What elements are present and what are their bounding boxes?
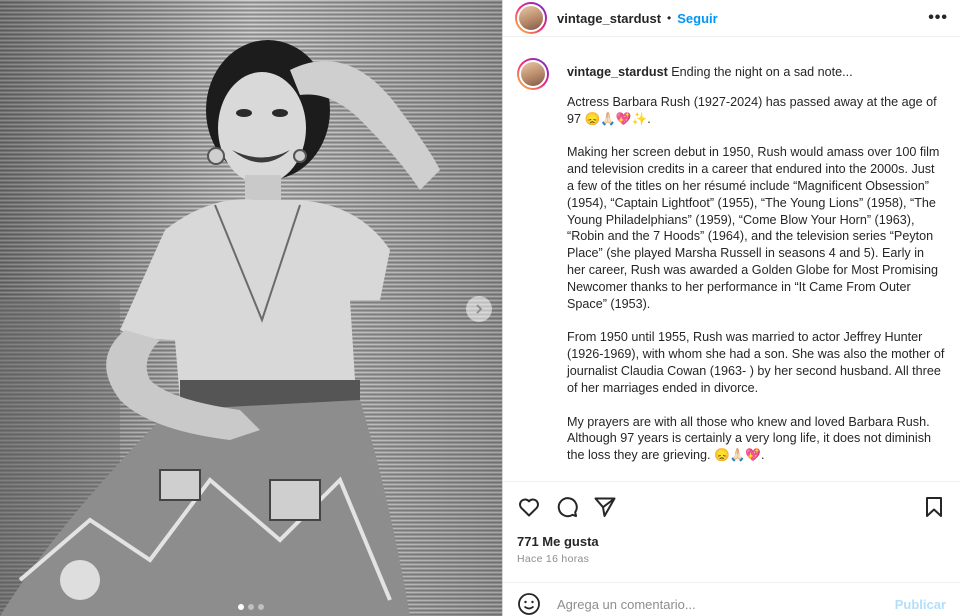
likes-count[interactable]: 771 Me gusta	[517, 534, 599, 549]
post-photo[interactable]	[0, 0, 502, 616]
divider	[503, 481, 960, 482]
chevron-right-icon	[476, 304, 483, 314]
caption-text: vintage_stardust Ending the night on a s…	[567, 64, 945, 481]
comment-input[interactable]	[555, 595, 895, 613]
vintage-portrait-image	[0, 0, 502, 616]
carousel-indicators	[0, 604, 502, 610]
caption-paragraph: My prayers are with all those who knew a…	[567, 414, 932, 463]
divider	[503, 582, 960, 583]
follow-button[interactable]: Seguir	[677, 11, 717, 26]
post-timestamp[interactable]: Hace 16 horas	[517, 553, 589, 565]
post-header: vintage_stardust • Seguir •••	[503, 0, 960, 37]
caption-paragraph: Actress Barbara Rush (1927-2024) has pas…	[567, 94, 937, 126]
caption-paragraph: Making her screen debut in 1950, Rush wo…	[567, 145, 940, 311]
carousel-dot	[238, 604, 244, 610]
caption-avatar[interactable]	[517, 58, 549, 90]
share-icon[interactable]	[593, 495, 617, 519]
post-side-panel: vintage_stardust • Seguir ••• vintage_st…	[502, 0, 960, 616]
caption-first-line: Ending the night on a sad note...	[671, 65, 853, 79]
carousel-dot	[258, 604, 264, 610]
comment-box: Publicar	[517, 592, 946, 616]
emoji-icon[interactable]	[517, 592, 541, 616]
more-options-icon[interactable]: •••	[928, 9, 948, 27]
carousel-dot	[248, 604, 254, 610]
avatar[interactable]	[515, 2, 547, 34]
bookmark-icon[interactable]	[922, 495, 946, 519]
caption-paragraph: From 1950 until 1955, Rush was married t…	[567, 330, 945, 395]
post-author-username[interactable]: vintage_stardust	[557, 11, 661, 26]
heart-icon[interactable]	[517, 495, 541, 519]
caption-username[interactable]: vintage_stardust	[567, 65, 668, 79]
next-slide-button[interactable]	[466, 296, 492, 322]
post-caption: vintage_stardust Ending the night on a s…	[503, 48, 960, 481]
header-separator: •	[667, 11, 672, 25]
comment-icon[interactable]	[555, 495, 579, 519]
post-actions	[517, 494, 946, 520]
instagram-post: vintage_stardust • Seguir ••• vintage_st…	[0, 0, 960, 616]
publish-button[interactable]: Publicar	[895, 597, 946, 612]
